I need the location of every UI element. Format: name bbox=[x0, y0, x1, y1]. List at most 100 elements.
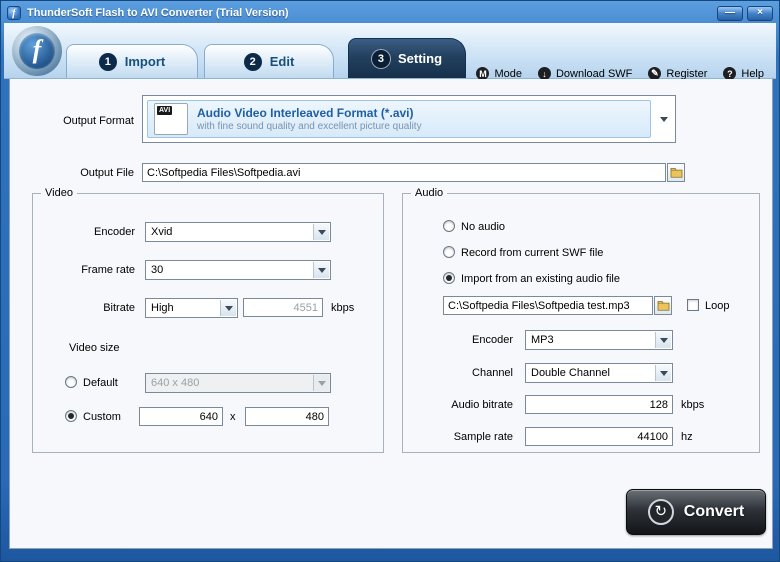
combo-arrow-button bbox=[655, 365, 671, 381]
sample-rate-unit-label: hz bbox=[681, 431, 693, 443]
bitrate-unit-label: kbps bbox=[331, 302, 355, 314]
loop-checkbox[interactable] bbox=[687, 299, 699, 311]
custom-size-radio[interactable] bbox=[65, 410, 77, 422]
video-encoder-label: Encoder bbox=[94, 226, 135, 238]
record-swf-radio[interactable] bbox=[443, 246, 455, 258]
frame-rate-label: Frame rate bbox=[81, 264, 135, 276]
app-window: f ThunderSoft Flash to AVI Converter (Tr… bbox=[0, 0, 780, 562]
video-group: Video Encoder Xvid Frame rate 30 Bitrate… bbox=[32, 187, 384, 453]
channel-select[interactable]: Double Channel bbox=[525, 363, 673, 383]
channel-label: Channel bbox=[472, 367, 513, 379]
format-subtitle: with fine sound quality and excellent pi… bbox=[197, 121, 422, 132]
audio-encoder-select[interactable]: MP3 bbox=[525, 330, 673, 350]
combo-arrow-button bbox=[220, 300, 236, 316]
menu-label: Download SWF bbox=[555, 67, 633, 80]
custom-height-input[interactable] bbox=[245, 407, 329, 426]
video-encoder-value: Xvid bbox=[151, 226, 173, 238]
audio-encoder-label: Encoder bbox=[472, 334, 513, 346]
audio-encoder-value: MP3 bbox=[531, 334, 554, 346]
video-group-label: Video bbox=[41, 187, 77, 199]
film-strip-icon bbox=[157, 121, 185, 132]
browse-output-button[interactable] bbox=[667, 163, 685, 182]
channel-value: Double Channel bbox=[531, 367, 610, 379]
tab-number-badge: 2 bbox=[243, 52, 262, 71]
audio-group: Audio No audio Record from current SWF f… bbox=[402, 187, 760, 453]
menu-label: Mode bbox=[494, 67, 522, 80]
tab-label: Import bbox=[124, 54, 166, 69]
default-size-label: Default bbox=[83, 377, 118, 389]
no-audio-radio[interactable] bbox=[443, 220, 455, 232]
convert-arrows-icon: ↻ bbox=[647, 499, 674, 525]
close-button[interactable]: × bbox=[747, 5, 773, 21]
import-audio-label: Import from an existing audio file bbox=[461, 273, 620, 285]
output-format-select[interactable]: AVI Audio Video Interleaved Format (*.av… bbox=[142, 95, 676, 143]
convert-label: Convert bbox=[683, 503, 745, 520]
chevron-down-icon bbox=[659, 370, 668, 376]
chevron-down-icon bbox=[317, 267, 326, 273]
output-file-label: Output File bbox=[80, 167, 134, 179]
audio-bitrate-label: Audio bitrate bbox=[451, 399, 513, 411]
tab-number-badge: 3 bbox=[371, 49, 390, 68]
size-separator-label: x bbox=[230, 411, 236, 423]
bitrate-label: Bitrate bbox=[103, 302, 135, 314]
titlebar: f ThunderSoft Flash to AVI Converter (Tr… bbox=[4, 3, 776, 23]
default-size-value: 640 x 480 bbox=[151, 377, 200, 389]
output-format-selected-item: AVI Audio Video Interleaved Format (*.av… bbox=[147, 100, 651, 138]
sample-rate-input[interactable] bbox=[525, 427, 673, 446]
tab-setting[interactable]: 3 Setting bbox=[348, 38, 466, 78]
folder-icon bbox=[657, 301, 669, 311]
avi-file-icon: AVI bbox=[154, 103, 188, 135]
chevron-down-icon bbox=[317, 229, 326, 235]
bitrate-select[interactable]: High bbox=[145, 298, 238, 318]
audio-group-label: Audio bbox=[411, 187, 448, 199]
chevron-down-icon bbox=[317, 380, 326, 386]
tab-import[interactable]: 1 Import bbox=[66, 44, 198, 78]
format-text-block: Audio Video Interleaved Format (*.avi) w… bbox=[197, 106, 422, 132]
minimize-button[interactable]: — bbox=[717, 5, 743, 21]
combo-arrow-button bbox=[655, 332, 671, 348]
app-icon: f bbox=[7, 6, 21, 20]
video-size-label: Video size bbox=[69, 342, 120, 354]
output-format-label: Output Format bbox=[63, 115, 134, 127]
chevron-down-icon bbox=[659, 337, 668, 343]
combo-arrow-button bbox=[313, 224, 329, 240]
chevron-down-icon bbox=[224, 305, 233, 311]
tab-label: Edit bbox=[269, 54, 295, 69]
default-size-radio[interactable] bbox=[65, 376, 77, 388]
frame-rate-value: 30 bbox=[151, 264, 164, 276]
app-logo: f bbox=[12, 26, 62, 76]
bitrate-value: High bbox=[151, 302, 174, 314]
audio-bitrate-input[interactable] bbox=[525, 395, 673, 414]
tab-label: Setting bbox=[397, 51, 443, 66]
no-audio-label: No audio bbox=[461, 221, 506, 233]
custom-width-input[interactable] bbox=[139, 407, 223, 426]
loop-label: Loop bbox=[705, 300, 730, 312]
header: f 1 Import 2 Edit 3 Setting M Mode ↓ Dow… bbox=[4, 23, 776, 80]
flash-logo-icon: f bbox=[19, 33, 55, 69]
format-title: Audio Video Interleaved Format (*.avi) bbox=[197, 106, 414, 120]
chevron-down-icon bbox=[660, 117, 668, 122]
custom-size-label: Custom bbox=[83, 411, 121, 423]
frame-rate-select[interactable]: 30 bbox=[145, 260, 331, 280]
browse-audio-button[interactable] bbox=[654, 296, 672, 315]
audio-bitrate-unit-label: kbps bbox=[681, 399, 705, 411]
tab-edit[interactable]: 2 Edit bbox=[204, 44, 334, 78]
settings-panel: Output Format AVI Audio Video Interleave… bbox=[9, 79, 773, 549]
menu-label: Help bbox=[741, 67, 764, 80]
avi-badge: AVI bbox=[157, 106, 173, 115]
window-title: ThunderSoft Flash to AVI Converter (Tria… bbox=[27, 7, 289, 19]
tab-number-badge: 1 bbox=[98, 52, 117, 71]
record-swf-label: Record from current SWF file bbox=[461, 247, 604, 259]
output-file-input[interactable] bbox=[142, 163, 666, 182]
import-audio-radio[interactable] bbox=[443, 272, 455, 284]
folder-icon bbox=[670, 168, 682, 178]
default-size-select: 640 x 480 bbox=[145, 373, 331, 393]
audio-file-input[interactable] bbox=[443, 296, 653, 315]
combo-arrow-button bbox=[313, 262, 329, 278]
video-encoder-select[interactable]: Xvid bbox=[145, 222, 331, 242]
convert-button[interactable]: ↻ Convert bbox=[626, 489, 766, 535]
combo-arrow-button bbox=[313, 375, 329, 391]
bitrate-value-input[interactable] bbox=[243, 298, 323, 317]
sample-rate-label: Sample rate bbox=[453, 431, 513, 443]
menu-label: Register bbox=[666, 67, 708, 80]
